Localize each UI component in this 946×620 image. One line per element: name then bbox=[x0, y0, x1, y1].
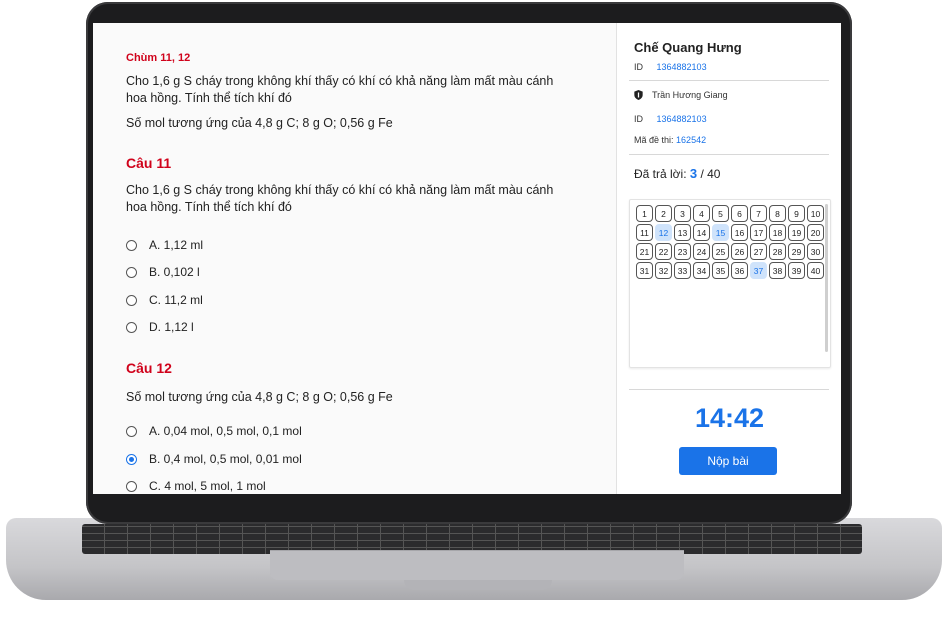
submit-button[interactable]: Nộp bài bbox=[679, 447, 777, 475]
question-nav-6[interactable]: 6 bbox=[731, 205, 748, 222]
proctor-id: ID 1364882103 bbox=[634, 114, 707, 124]
answered-count: 3 bbox=[689, 166, 698, 181]
question-nav-26[interactable]: 26 bbox=[731, 243, 748, 260]
question-nav-24[interactable]: 24 bbox=[693, 243, 710, 260]
id-label: ID bbox=[634, 114, 643, 124]
proctor-name: Trần Hương Giang bbox=[652, 90, 728, 100]
question-nav-14[interactable]: 14 bbox=[693, 224, 710, 241]
exam-screen: Chùm 11, 12 Cho 1,6 g S cháy trong không… bbox=[93, 23, 841, 494]
question-nav-23[interactable]: 23 bbox=[674, 243, 691, 260]
countdown-timer: 14:42 bbox=[694, 403, 765, 433]
proctor-row: Trần Hương Giang bbox=[634, 90, 728, 100]
question-nav-16[interactable]: 16 bbox=[731, 224, 748, 241]
radio-button[interactable] bbox=[126, 321, 137, 333]
question-nav-31[interactable]: 31 bbox=[636, 262, 653, 279]
answered-status: Đã trả lời: 3 / 40 bbox=[634, 166, 720, 181]
answered-total: / 40 bbox=[700, 167, 721, 181]
exam-code: Mã đề thi: 162542 bbox=[634, 135, 706, 145]
question-nav-1[interactable]: 1 bbox=[636, 205, 653, 222]
question-title-12: Câu 12 bbox=[126, 360, 172, 376]
question-nav-27[interactable]: 27 bbox=[750, 243, 767, 260]
student-name: Chế Quang Hưng bbox=[634, 40, 742, 55]
option-12-b[interactable]: B. 0,4 mol, 0,5 mol, 0,01 mol bbox=[126, 451, 302, 467]
question-nav-2[interactable]: 2 bbox=[655, 205, 672, 222]
laptop-notch bbox=[404, 580, 552, 590]
laptop-trackpad bbox=[270, 550, 684, 580]
option-label: C. 4 mol, 5 mol, 1 mol bbox=[149, 479, 266, 493]
question-nav-39[interactable]: 39 bbox=[788, 262, 805, 279]
question-nav-7[interactable]: 7 bbox=[750, 205, 767, 222]
question-nav-36[interactable]: 36 bbox=[731, 262, 748, 279]
question-nav-22[interactable]: 22 bbox=[655, 243, 672, 260]
question-nav-17[interactable]: 17 bbox=[750, 224, 767, 241]
option-label: C. 11,2 ml bbox=[149, 293, 203, 307]
question-nav-32[interactable]: 32 bbox=[655, 262, 672, 279]
sidebar: Chế Quang Hưng ID 1364882103 Trần Hương … bbox=[616, 23, 841, 494]
question-nav-10[interactable]: 10 bbox=[807, 205, 824, 222]
option-label: B. 0,4 mol, 0,5 mol, 0,01 mol bbox=[149, 452, 302, 466]
proctor-id-value: 1364882103 bbox=[656, 114, 707, 124]
scrollbar[interactable] bbox=[825, 204, 828, 352]
question-nav-12[interactable]: 12 bbox=[655, 224, 672, 241]
question-nav-37[interactable]: 37 bbox=[750, 262, 767, 279]
question-nav-34[interactable]: 34 bbox=[693, 262, 710, 279]
question-nav-28[interactable]: 28 bbox=[769, 243, 786, 260]
radio-button-selected[interactable] bbox=[126, 453, 137, 465]
option-12-a[interactable]: A. 0,04 mol, 0,5 mol, 0,1 mol bbox=[126, 423, 302, 439]
option-11-a[interactable]: A. 1,12 ml bbox=[126, 237, 203, 253]
question-nav-40[interactable]: 40 bbox=[807, 262, 824, 279]
option-11-d[interactable]: D. 1,12 l bbox=[126, 319, 194, 335]
id-label: ID bbox=[634, 62, 643, 72]
question-nav-21[interactable]: 21 bbox=[636, 243, 653, 260]
question-grid: 1 2 3 4 5 6 7 8 9 10 11 12 13 14 15 16 17 18 19 20 21 22 23 24 2… bbox=[636, 205, 824, 279]
question-nav-20[interactable]: 20 bbox=[807, 224, 824, 241]
question-text-11: Cho 1,6 g S cháy trong không khí thấy có… bbox=[126, 183, 554, 214]
question-nav-9[interactable]: 9 bbox=[788, 205, 805, 222]
question-navigator: 1 2 3 4 5 6 7 8 9 10 11 12 13 14 15 16 17 18 19 20 21 22 23 24 2… bbox=[629, 199, 831, 368]
question-nav-35[interactable]: 35 bbox=[712, 262, 729, 279]
option-label: D. 1,12 l bbox=[149, 320, 194, 334]
cluster-text-2: Số mol tương ứng của 4,8 g C; 8 g O; 0,5… bbox=[126, 116, 393, 130]
question-nav-25[interactable]: 25 bbox=[712, 243, 729, 260]
answered-label: Đã trả lời: bbox=[634, 167, 687, 181]
question-nav-19[interactable]: 19 bbox=[788, 224, 805, 241]
question-nav-13[interactable]: 13 bbox=[674, 224, 691, 241]
radio-button[interactable] bbox=[126, 266, 137, 278]
option-label: B. 0,102 l bbox=[149, 265, 200, 279]
shield-icon bbox=[634, 90, 643, 100]
question-nav-18[interactable]: 18 bbox=[769, 224, 786, 241]
question-nav-30[interactable]: 30 bbox=[807, 243, 824, 260]
question-nav-4[interactable]: 4 bbox=[693, 205, 710, 222]
radio-button[interactable] bbox=[126, 239, 137, 251]
question-nav-8[interactable]: 8 bbox=[769, 205, 786, 222]
question-nav-15[interactable]: 15 bbox=[712, 224, 729, 241]
question-nav-11[interactable]: 11 bbox=[636, 224, 653, 241]
option-11-b[interactable]: B. 0,102 l bbox=[126, 264, 200, 280]
option-label: A. 0,04 mol, 0,5 mol, 0,1 mol bbox=[149, 424, 302, 438]
question-panel: Chùm 11, 12 Cho 1,6 g S cháy trong không… bbox=[93, 23, 616, 494]
radio-button[interactable] bbox=[126, 294, 137, 306]
cluster-text-1: Cho 1,6 g S cháy trong không khí thấy có… bbox=[126, 74, 554, 105]
option-label: A. 1,12 ml bbox=[149, 238, 204, 252]
exam-code-label: Mã đề thi: bbox=[634, 135, 674, 145]
student-id-value: 1364882103 bbox=[656, 62, 707, 72]
question-title-11: Câu 11 bbox=[126, 155, 172, 171]
exam-code-value: 162542 bbox=[676, 135, 707, 145]
divider bbox=[629, 80, 829, 81]
cluster-label: Chùm 11, 12 bbox=[126, 52, 191, 64]
student-id: ID 1364882103 bbox=[634, 62, 707, 72]
option-12-c[interactable]: C. 4 mol, 5 mol, 1 mol bbox=[126, 478, 266, 494]
divider bbox=[629, 154, 829, 155]
question-nav-29[interactable]: 29 bbox=[788, 243, 805, 260]
question-nav-33[interactable]: 33 bbox=[674, 262, 691, 279]
divider bbox=[629, 389, 829, 390]
option-11-c[interactable]: C. 11,2 ml bbox=[126, 292, 203, 308]
question-text-12: Số mol tương ứng của 4,8 g C; 8 g O; 0,5… bbox=[126, 390, 393, 404]
question-nav-38[interactable]: 38 bbox=[769, 262, 786, 279]
question-nav-3[interactable]: 3 bbox=[674, 205, 691, 222]
question-nav-5[interactable]: 5 bbox=[712, 205, 729, 222]
radio-button[interactable] bbox=[126, 480, 137, 492]
radio-button[interactable] bbox=[126, 425, 137, 437]
